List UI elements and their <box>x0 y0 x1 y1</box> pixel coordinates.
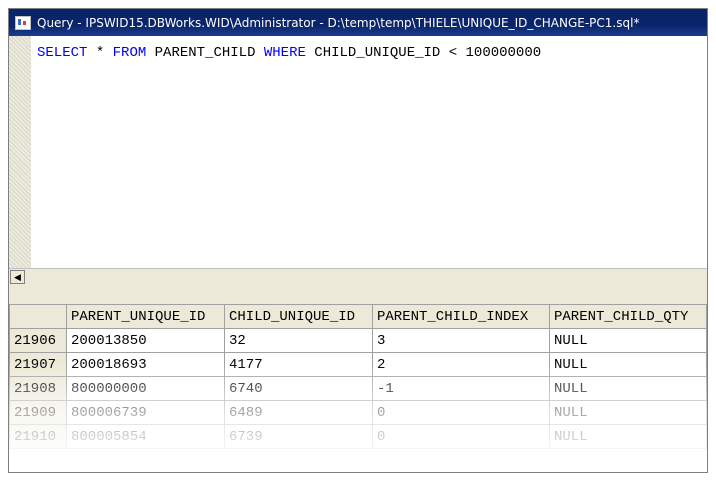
row-number[interactable]: 21906 <box>9 328 67 353</box>
table-row[interactable]: 21906 200013850 32 3 NULL <box>9 328 707 353</box>
cell-parent-child-qty[interactable]: NULL <box>549 400 707 425</box>
results-grid[interactable]: PARENT_UNIQUE_ID CHILD_UNIQUE_ID PARENT_… <box>9 304 707 472</box>
results-table: PARENT_UNIQUE_ID CHILD_UNIQUE_ID PARENT_… <box>9 304 707 449</box>
title-bar[interactable]: Query - IPSWID15.DBWorks.WID\Administrat… <box>9 9 707 36</box>
table-row[interactable]: 21908 800000000 6740 -1 NULL <box>9 376 707 401</box>
row-number[interactable]: 21907 <box>9 352 67 377</box>
column-header-parent-unique-id[interactable]: PARENT_UNIQUE_ID <box>66 304 225 329</box>
cell-child-unique-id[interactable]: 6740 <box>224 376 373 401</box>
cell-parent-child-index[interactable]: 0 <box>372 400 550 425</box>
column-header-child-unique-id[interactable]: CHILD_UNIQUE_ID <box>224 304 373 329</box>
cell-parent-unique-id[interactable]: 800005854 <box>66 424 225 449</box>
cell-child-unique-id[interactable]: 6739 <box>224 424 373 449</box>
column-header-parent-child-qty[interactable]: PARENT_CHILD_QTY <box>549 304 707 329</box>
cell-child-unique-id[interactable]: 6489 <box>224 400 373 425</box>
cell-parent-unique-id[interactable]: 800000000 <box>66 376 225 401</box>
cell-parent-child-qty[interactable]: NULL <box>549 424 707 449</box>
table-row[interactable]: 21909 800006739 6489 0 NULL <box>9 400 707 425</box>
cell-child-unique-id[interactable]: 4177 <box>224 352 373 377</box>
row-number[interactable]: 21910 <box>9 424 67 449</box>
sql-editor[interactable]: SELECT * FROM PARENT_CHILD WHERE CHILD_U… <box>9 36 707 287</box>
table-row[interactable]: 21910 800005854 6739 0 NULL <box>9 424 707 449</box>
sql-query-text[interactable]: SELECT * FROM PARENT_CHILD WHERE CHILD_U… <box>37 45 541 61</box>
scroll-left-arrow-icon[interactable]: ◀ <box>10 270 25 284</box>
column-header-parent-child-index[interactable]: PARENT_CHILD_INDEX <box>372 304 550 329</box>
cell-parent-unique-id[interactable]: 800006739 <box>66 400 225 425</box>
pane-splitter[interactable] <box>9 286 707 304</box>
cell-parent-child-index[interactable]: 0 <box>372 424 550 449</box>
cell-parent-child-index[interactable]: 3 <box>372 328 550 353</box>
row-number[interactable]: 21909 <box>9 400 67 425</box>
header-row: PARENT_UNIQUE_ID CHILD_UNIQUE_ID PARENT_… <box>9 304 707 329</box>
editor-margin <box>9 36 31 268</box>
table-row[interactable]: 21907 200018693 4177 2 NULL <box>9 352 707 377</box>
query-window: Query - IPSWID15.DBWorks.WID\Administrat… <box>8 8 708 473</box>
cell-parent-unique-id[interactable]: 200013850 <box>66 328 225 353</box>
query-token: * <box>87 45 113 61</box>
cell-parent-child-qty[interactable]: NULL <box>549 352 707 377</box>
query-token: CHILD_UNIQUE_ID < 100000000 <box>305 45 542 61</box>
cell-parent-child-index[interactable]: -1 <box>372 376 550 401</box>
query-token: PARENT_CHILD <box>146 45 264 61</box>
keyword-from: FROM <box>112 45 147 61</box>
window-title: Query - IPSWID15.DBWorks.WID\Administrat… <box>37 15 640 30</box>
cell-parent-child-qty[interactable]: NULL <box>549 376 707 401</box>
cell-parent-child-qty[interactable]: NULL <box>549 328 707 353</box>
cell-parent-child-index[interactable]: 2 <box>372 352 550 377</box>
cell-child-unique-id[interactable]: 32 <box>224 328 373 353</box>
query-document-icon <box>15 15 31 30</box>
row-number-header[interactable] <box>9 304 67 329</box>
cell-parent-unique-id[interactable]: 200018693 <box>66 352 225 377</box>
row-number[interactable]: 21908 <box>9 376 67 401</box>
keyword-where: WHERE <box>263 45 306 61</box>
horizontal-scrollbar[interactable]: ◀ <box>9 268 707 286</box>
keyword-select: SELECT <box>37 45 88 61</box>
